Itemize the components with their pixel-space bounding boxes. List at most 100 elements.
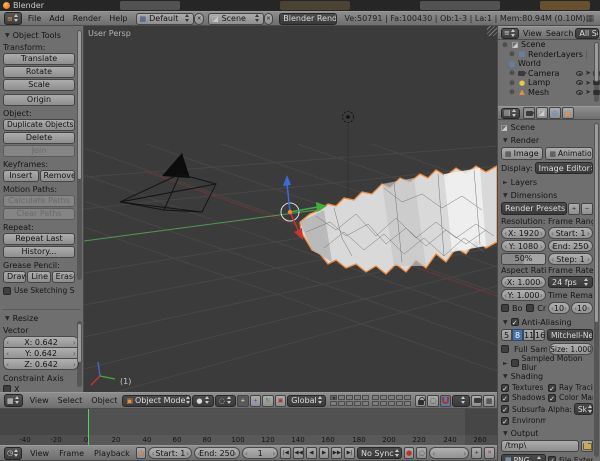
view3d-editor-selector[interactable]: ▦ bbox=[4, 394, 23, 407]
preset-add-button[interactable]: + bbox=[568, 203, 580, 215]
tab-render[interactable] bbox=[523, 107, 535, 119]
timeline-menu-frame[interactable]: Frame bbox=[59, 449, 84, 458]
active-keying-set-field[interactable] bbox=[429, 447, 469, 459]
screen-layout-selector[interactable]: ▦ Default bbox=[136, 13, 195, 25]
time-remap-old-field[interactable]: 10 bbox=[548, 302, 570, 314]
aa-samples-11-button[interactable]: 11 bbox=[523, 329, 534, 341]
expand-icon[interactable]: ⊕ bbox=[508, 88, 516, 96]
timeline-editor-selector[interactable]: ◷ bbox=[4, 447, 22, 460]
rotate-button[interactable]: Rotate bbox=[3, 66, 75, 78]
file-extensions-checkbox[interactable] bbox=[548, 456, 556, 461]
scene-close-button[interactable]: ✕ bbox=[264, 13, 274, 25]
output-panel-header[interactable]: ▼ Output bbox=[501, 428, 593, 438]
menu-object[interactable]: Object bbox=[91, 396, 117, 405]
viewport-shading-selector[interactable]: ● bbox=[192, 395, 213, 407]
scene-selector[interactable]: ◪ Scene bbox=[208, 13, 264, 25]
layers-group-1[interactable] bbox=[330, 395, 369, 406]
pivot-point-selector[interactable]: ◌ bbox=[215, 395, 236, 407]
snap-element-selector[interactable] bbox=[452, 395, 470, 407]
play-reverse-button[interactable]: ◀ bbox=[306, 447, 317, 459]
transform-orientation-selector[interactable]: Global bbox=[287, 395, 326, 407]
use-preview-range-toggle[interactable]: ◷ bbox=[136, 447, 147, 459]
resize-panel-header[interactable]: ▼ Resize bbox=[3, 313, 79, 323]
calculate-paths-button[interactable]: Calculate Paths bbox=[3, 195, 75, 207]
aa-samples-5-button[interactable]: 5 bbox=[501, 329, 512, 341]
menu-select[interactable]: Select bbox=[58, 396, 83, 405]
antialiasing-checkbox[interactable] bbox=[511, 318, 519, 326]
editor-type-selector[interactable]: ≡ bbox=[4, 12, 22, 25]
origin-button[interactable]: Origin bbox=[3, 94, 75, 106]
menu-add[interactable]: Add bbox=[49, 14, 65, 23]
constraint-x-checkbox[interactable] bbox=[3, 385, 11, 392]
layer-1-cell[interactable] bbox=[330, 395, 337, 400]
layers-group-2[interactable] bbox=[372, 395, 411, 406]
resolution-x-field[interactable]: X: 1920 bbox=[501, 227, 546, 239]
lamp-object[interactable] bbox=[343, 112, 354, 197]
outliner-row-mesh[interactable]: ⊕ ▲ Mesh ➤ bbox=[498, 88, 600, 98]
color-management-checkbox[interactable] bbox=[548, 394, 556, 402]
manipulator-scale-button[interactable]: ▣ bbox=[275, 395, 287, 407]
history-button[interactable]: History... bbox=[3, 246, 75, 258]
shadows-checkbox[interactable] bbox=[501, 394, 509, 402]
duplicate-objects-button[interactable]: Duplicate Objects bbox=[3, 119, 75, 131]
visibility-eye-icon[interactable] bbox=[576, 71, 583, 76]
outliner-row-camera[interactable]: ⊕ Camera ➤ bbox=[498, 69, 600, 79]
properties-editor-selector[interactable]: ▤ bbox=[501, 108, 520, 119]
clear-paths-button[interactable]: Clear Paths bbox=[3, 208, 75, 220]
manipulator-x-arrow[interactable] bbox=[290, 212, 299, 232]
selectability-cursor-icon[interactable]: ➤ bbox=[585, 88, 591, 96]
camera-object[interactable] bbox=[120, 153, 216, 212]
play-button[interactable]: ▶ bbox=[319, 447, 330, 459]
outliner-row-scene[interactable]: ⊕ ◪ Scene bbox=[498, 40, 600, 50]
grease-line-button[interactable]: Line bbox=[27, 271, 50, 283]
area-resize-grip[interactable] bbox=[487, 26, 497, 36]
outliner-row-renderlayers[interactable]: ⊕ ▦ RenderLayers | bbox=[498, 50, 600, 60]
keying-set-button[interactable]: ◌ bbox=[416, 447, 427, 459]
file-format-selector[interactable]: ▦ PNG bbox=[501, 454, 546, 461]
render-animation-button[interactable]: ▦ Animation bbox=[545, 147, 593, 160]
layers-panel-header[interactable]: ► Layers bbox=[501, 177, 593, 187]
render-image-button[interactable]: ▦ Image bbox=[501, 147, 543, 160]
outliner-menu-view[interactable]: View bbox=[523, 29, 542, 38]
alpha-mode-selector[interactable]: Sk bbox=[574, 403, 593, 415]
snap-toggle-button[interactable] bbox=[440, 395, 452, 407]
timeline-menu-playback[interactable]: Playback bbox=[94, 449, 130, 458]
delete-button[interactable]: Delete bbox=[3, 132, 75, 144]
render-presets-selector[interactable]: Render Presets bbox=[501, 202, 567, 215]
manipulator-translate-button[interactable]: + bbox=[250, 395, 262, 407]
scale-button[interactable]: Scale bbox=[3, 79, 75, 91]
ray-tracing-checkbox[interactable] bbox=[548, 384, 556, 392]
tab-world[interactable]: ◍ bbox=[549, 107, 561, 119]
frame-end-field[interactable]: End: 250 bbox=[548, 240, 593, 252]
motion-blur-panel-header[interactable]: ► Sampled Motion Blur bbox=[501, 358, 593, 368]
textures-checkbox[interactable] bbox=[501, 384, 509, 392]
terrain-mesh-object[interactable] bbox=[300, 166, 497, 274]
menu-file[interactable]: File bbox=[28, 14, 41, 23]
dimensions-panel-header[interactable]: ▼ Dimensions bbox=[501, 190, 593, 200]
environment-checkbox[interactable] bbox=[501, 417, 509, 425]
current-frame-field[interactable]: 1 bbox=[242, 447, 279, 459]
join-button[interactable]: Join bbox=[3, 145, 75, 157]
jump-to-start-button[interactable]: |◀ bbox=[280, 447, 291, 459]
selectability-cursor-icon[interactable]: ➤ bbox=[585, 79, 591, 87]
render-opengl-anim-button[interactable]: ▦ bbox=[483, 395, 495, 407]
aspect-y-field[interactable]: Y: 1.000 bbox=[501, 289, 546, 301]
jump-to-end-button[interactable]: ▶| bbox=[344, 447, 355, 459]
delete-keyframes-button[interactable]: ✕ bbox=[484, 447, 495, 459]
crop-checkbox[interactable] bbox=[526, 304, 534, 312]
expand-icon[interactable]: ⊕ bbox=[501, 41, 509, 49]
manipulator-rotate-button[interactable]: ↻ bbox=[262, 395, 274, 407]
repeat-last-button[interactable]: Repeat Last bbox=[3, 233, 75, 245]
display-mode-selector[interactable]: Image Editor bbox=[535, 162, 593, 174]
tab-scene[interactable]: ◪ bbox=[536, 107, 548, 119]
outliner-row-world[interactable]: ◍ World bbox=[498, 59, 600, 69]
remove-keyframe-button[interactable]: Remove bbox=[40, 170, 76, 182]
output-path-field[interactable]: /tmp\ bbox=[501, 440, 579, 452]
menu-help[interactable]: Help bbox=[109, 14, 127, 23]
expand-icon[interactable]: ⊕ bbox=[508, 79, 516, 87]
aa-size-field[interactable]: Size: 1.000 bbox=[549, 343, 593, 355]
window-duplicate-icon[interactable]: ▦ bbox=[585, 15, 594, 23]
resize-z-field[interactable]: Z: 0.642 bbox=[3, 358, 79, 370]
sync-mode-selector[interactable]: No Sync bbox=[357, 447, 402, 459]
viewport-3d[interactable]: User Persp (1) bbox=[84, 26, 497, 392]
